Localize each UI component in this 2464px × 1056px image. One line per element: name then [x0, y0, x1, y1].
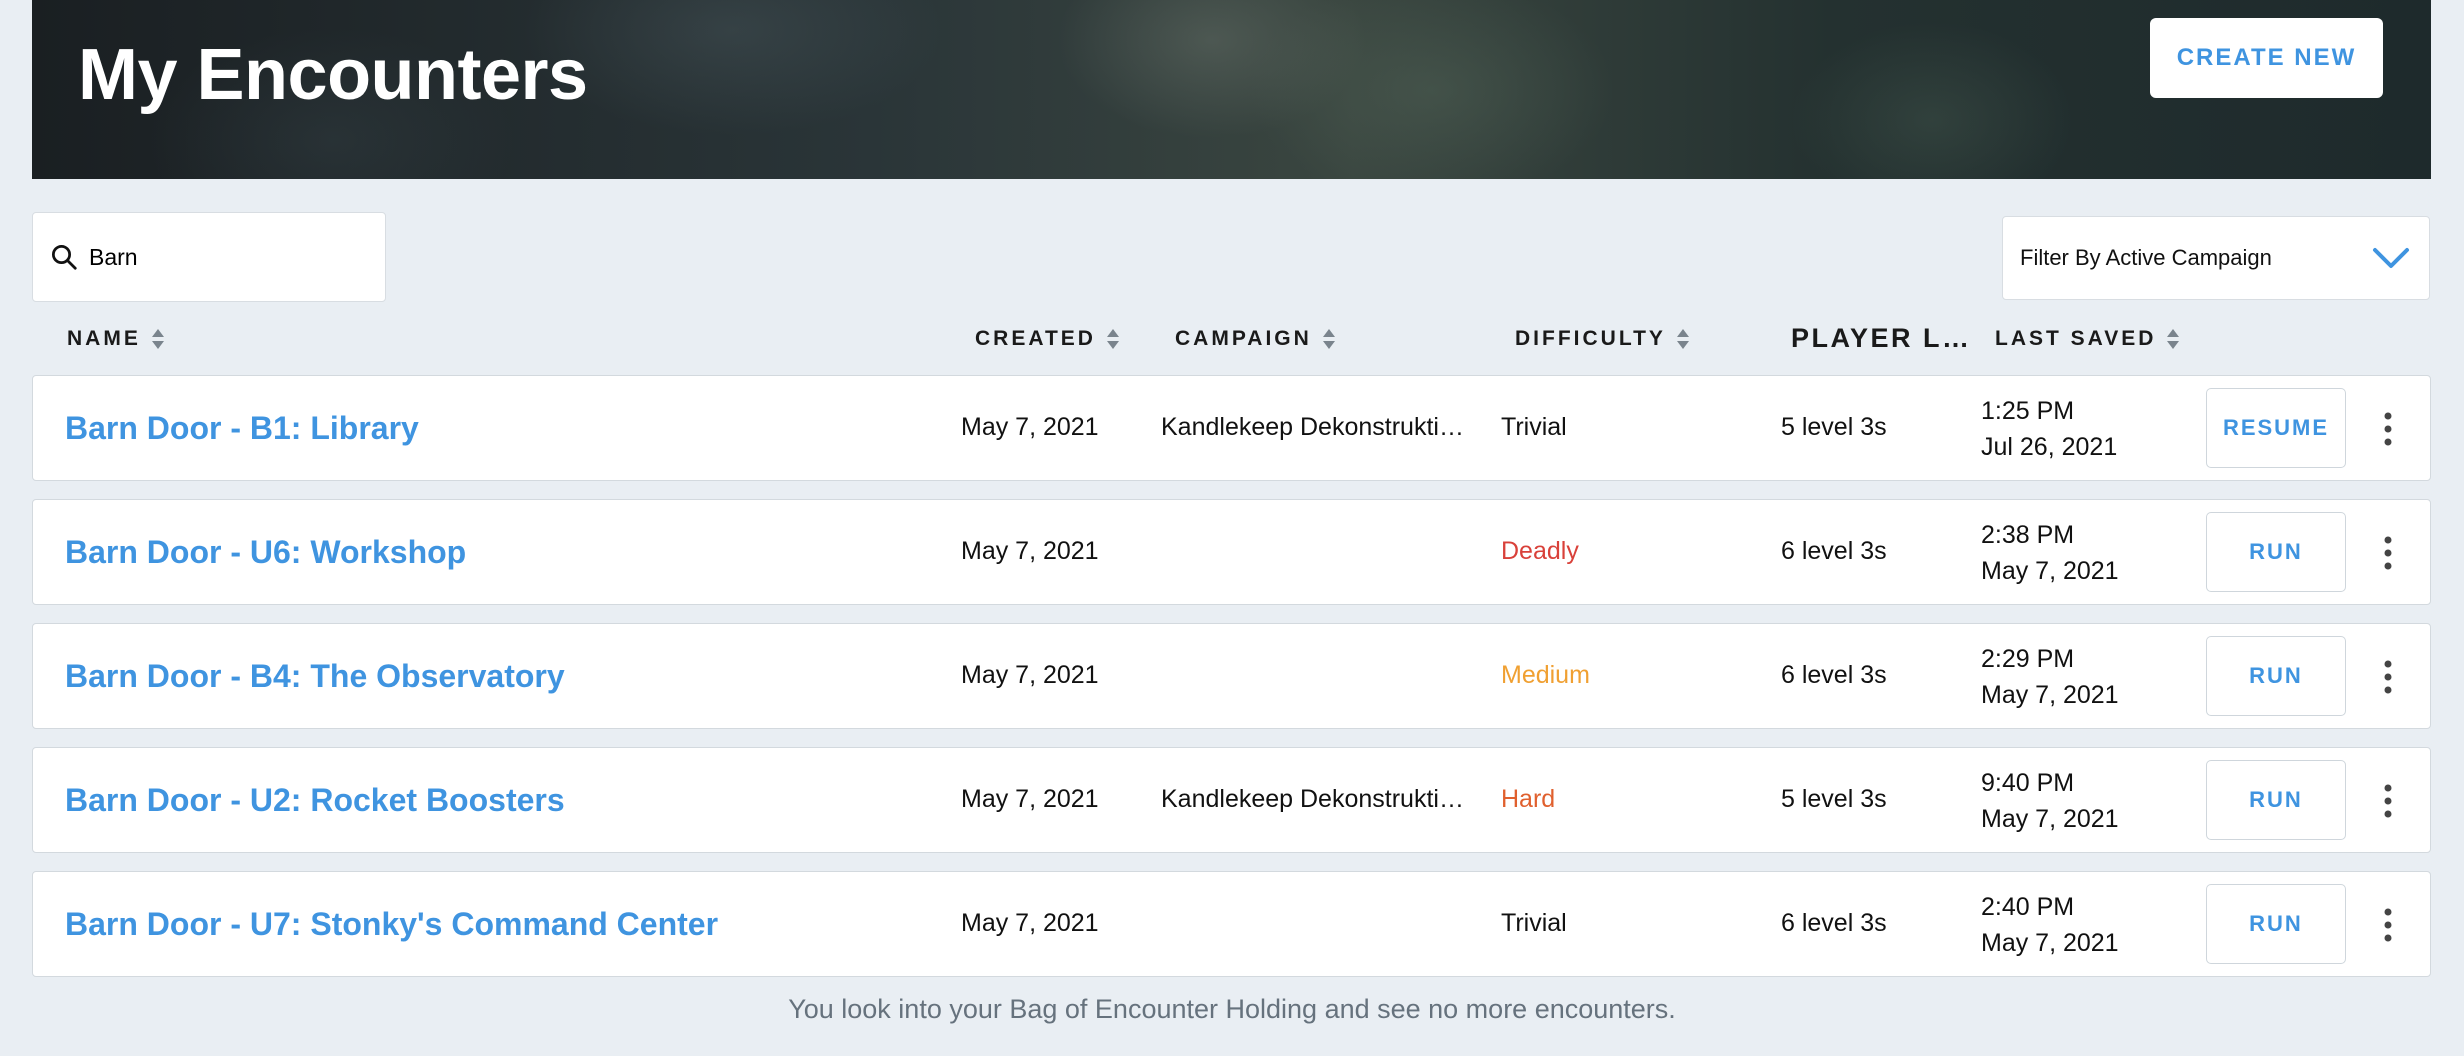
create-new-button[interactable]: CREATE NEW	[2150, 18, 2383, 98]
more-options-icon[interactable]	[2373, 781, 2403, 821]
run-button[interactable]: RUN	[2206, 760, 2346, 840]
created-date: May 7, 2021	[961, 661, 1099, 689]
encounters-page: My Encounters CREATE NEW Filter By Activ…	[0, 0, 2464, 1056]
column-header-created-label: CREATED	[975, 327, 1096, 350]
last-saved-date: May 7, 2021	[1981, 681, 2119, 709]
page-title: My Encounters	[78, 35, 588, 115]
column-header-difficulty[interactable]: DIFFICULTY	[1515, 326, 1690, 352]
last-saved-time: 2:38 PM	[1981, 521, 2075, 549]
encounter-name-link[interactable]: Barn Door - B4: The Observatory	[65, 658, 565, 695]
last-saved: 2:29 PM May 7, 2021	[1981, 641, 2119, 713]
more-options-icon[interactable]	[2373, 905, 2403, 945]
difficulty-label: Trivial	[1501, 909, 1567, 937]
last-saved: 9:40 PM May 7, 2021	[1981, 765, 2119, 837]
filter-label: Filter By Active Campaign	[2020, 245, 2272, 270]
campaign-filter-select[interactable]: Filter By Active Campaign	[2002, 216, 2430, 300]
last-saved-time: 9:40 PM	[1981, 769, 2075, 797]
last-saved-date: Jul 26, 2021	[1981, 433, 2118, 461]
column-header-name[interactable]: NAME	[67, 326, 165, 352]
last-saved: 2:38 PM May 7, 2021	[1981, 517, 2119, 589]
sort-icon	[1676, 329, 1689, 349]
table-row: Barn Door - B4: The Observatory May 7, 2…	[32, 623, 2431, 729]
last-saved-date: May 7, 2021	[1981, 557, 2119, 585]
player-levels: 6 level 3s	[1781, 909, 1887, 937]
sort-icon	[151, 329, 164, 349]
more-options-icon[interactable]	[2373, 657, 2403, 697]
created-date: May 7, 2021	[961, 909, 1099, 937]
run-button[interactable]: RUN	[2206, 884, 2346, 964]
chevron-down-icon	[2373, 248, 2409, 268]
resume-button[interactable]: RESUME	[2206, 388, 2346, 468]
last-saved-date: May 7, 2021	[1981, 929, 2119, 957]
encounter-name-link[interactable]: Barn Door - U7: Stonky's Command Center	[65, 906, 718, 943]
run-button[interactable]: RUN	[2206, 636, 2346, 716]
difficulty-label: Medium	[1501, 661, 1590, 689]
last-saved-date: May 7, 2021	[1981, 805, 2119, 833]
table-row: Barn Door - B1: Library May 7, 2021 Kand…	[32, 375, 2431, 481]
player-levels: 6 level 3s	[1781, 537, 1887, 565]
created-date: May 7, 2021	[961, 785, 1099, 813]
difficulty-label: Trivial	[1501, 413, 1567, 441]
last-saved-time: 2:29 PM	[1981, 645, 2075, 673]
encounter-name-link[interactable]: Barn Door - U6: Workshop	[65, 534, 466, 571]
column-header-players-label: PLAYER L…	[1791, 322, 1972, 353]
player-levels: 6 level 3s	[1781, 661, 1887, 689]
column-header-created[interactable]: CREATED	[975, 326, 1120, 352]
run-button[interactable]: RUN	[2206, 512, 2346, 592]
sort-icon	[1322, 329, 1335, 349]
campaign-name: Kandlekeep Dekonstrukti…	[1161, 413, 1464, 441]
search-icon	[52, 245, 77, 270]
last-saved: 1:25 PM Jul 26, 2021	[1981, 393, 2117, 465]
last-saved-time: 2:40 PM	[1981, 893, 2075, 921]
last-saved: 2:40 PM May 7, 2021	[1981, 889, 2119, 961]
created-date: May 7, 2021	[961, 413, 1099, 441]
created-date: May 7, 2021	[961, 537, 1099, 565]
encounter-name-link[interactable]: Barn Door - U2: Rocket Boosters	[65, 782, 565, 819]
difficulty-label: Deadly	[1501, 537, 1579, 565]
last-saved-time: 1:25 PM	[1981, 397, 2075, 425]
search-box[interactable]	[32, 212, 386, 302]
player-levels: 5 level 3s	[1781, 413, 1887, 441]
table-row: Barn Door - U6: Workshop May 7, 2021 Dea…	[32, 499, 2431, 605]
empty-list-message: You look into your Bag of Encounter Hold…	[788, 994, 1676, 1024]
sort-icon	[1106, 329, 1119, 349]
column-header-difficulty-label: DIFFICULTY	[1515, 327, 1666, 350]
column-header-campaign[interactable]: CAMPAIGN	[1175, 326, 1336, 352]
difficulty-label: Hard	[1501, 785, 1556, 813]
campaign-name: Kandlekeep Dekonstrukti…	[1161, 785, 1464, 813]
more-options-icon[interactable]	[2373, 409, 2403, 449]
column-header-last-saved[interactable]: LAST SAVED	[1995, 326, 2180, 352]
column-header-campaign-label: CAMPAIGN	[1175, 327, 1312, 350]
table-row: Barn Door - U7: Stonky's Command Center …	[32, 871, 2431, 977]
more-options-icon[interactable]	[2373, 533, 2403, 573]
encounter-name-link[interactable]: Barn Door - B1: Library	[65, 410, 419, 447]
sort-icon	[2167, 329, 2180, 349]
column-header-players[interactable]: PLAYER L…	[1791, 322, 1972, 354]
player-levels: 5 level 3s	[1781, 785, 1887, 813]
column-header-last-saved-label: LAST SAVED	[1995, 327, 2157, 350]
column-header-name-label: NAME	[67, 327, 141, 350]
search-input[interactable]	[89, 243, 349, 271]
table-row: Barn Door - U2: Rocket Boosters May 7, 2…	[32, 747, 2431, 853]
